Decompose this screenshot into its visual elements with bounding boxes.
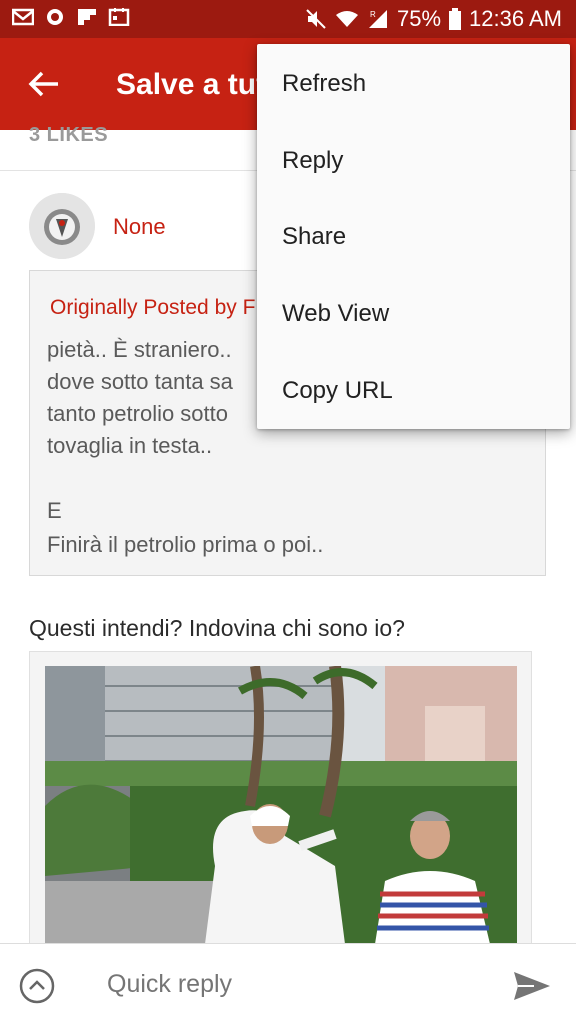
expand-up-icon[interactable] [18, 967, 56, 1005]
status-bar: R 75% 12:36 AM [0, 0, 576, 38]
clock: 12:36 AM [469, 6, 562, 31]
battery-icon [449, 8, 462, 30]
quote-header: Originally Posted by F [50, 296, 256, 319]
menu-item-label: Refresh [282, 70, 367, 97]
mute-icon [306, 9, 326, 29]
back-arrow-icon[interactable] [26, 66, 62, 102]
quote-line: tovaglia in testa.. [47, 433, 213, 458]
post-username[interactable]: None [113, 214, 166, 240]
notification-icons [12, 8, 130, 26]
quote-line: dove sotto tanta sa [47, 369, 233, 394]
avatar-image [29, 193, 95, 259]
signal-icon: R [369, 10, 387, 28]
menu-item-reply[interactable]: Reply [257, 123, 570, 199]
menu-item-share[interactable]: Share [257, 199, 570, 275]
wifi-icon [336, 11, 358, 27]
menu-item-label: Reply [282, 147, 344, 174]
post-photo[interactable] [45, 666, 517, 944]
quote-line: pietà.. È straniero.. [47, 337, 232, 362]
avatar[interactable] [29, 193, 95, 259]
quote-line: tanto petrolio sotto [47, 401, 229, 426]
menu-item-copy-url[interactable]: Copy URL [257, 353, 570, 429]
likes-count: 3 LIKES [29, 124, 109, 146]
quote-line: Finirà il petrolio prima o poi.. [47, 532, 324, 557]
menu-item-label: Copy URL [282, 377, 393, 404]
send-icon[interactable] [510, 968, 552, 1004]
svg-text:R: R [370, 10, 376, 19]
system-icons: R 75% 12:36 AM [305, 6, 562, 32]
overflow-menu: Refresh Reply Share Web View Copy URL [257, 44, 570, 429]
menu-item-label: Web View [282, 300, 390, 327]
photo-image [45, 666, 517, 944]
menu-item-web-view[interactable]: Web View [257, 276, 570, 352]
flipboard-icon [78, 9, 96, 25]
app-icon [47, 9, 63, 25]
gmail-icon [12, 8, 34, 26]
post-text: Questi intendi? Indovina chi sono io? [29, 615, 405, 641]
quick-reply-input[interactable] [107, 970, 487, 999]
quote-line: E [47, 498, 62, 523]
menu-item-refresh[interactable]: Refresh [257, 46, 570, 122]
menu-item-label: Share [282, 223, 347, 250]
battery-percent: 75% [397, 6, 442, 31]
calendar-icon [108, 8, 130, 26]
bottom-bar [0, 943, 576, 1025]
